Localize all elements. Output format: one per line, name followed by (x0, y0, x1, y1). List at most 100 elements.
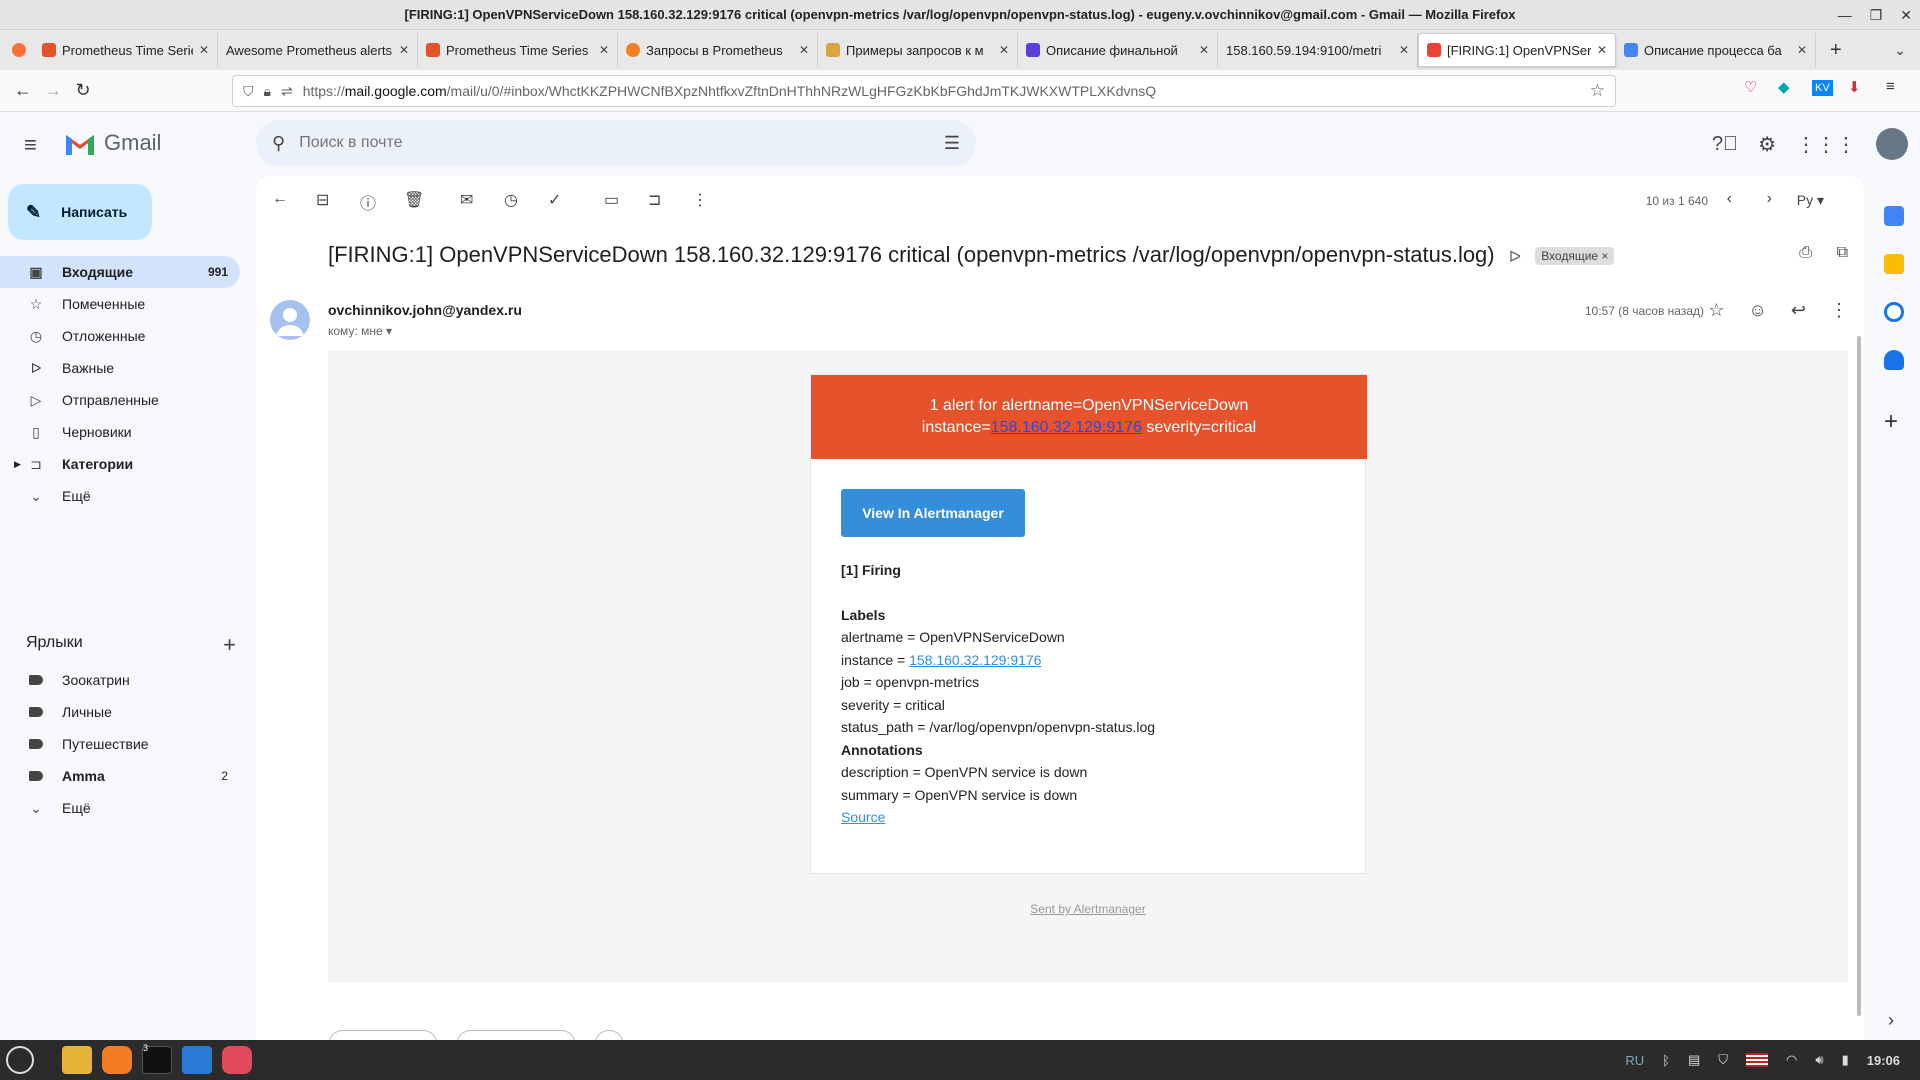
close-tab-icon[interactable]: ✕ (199, 43, 209, 57)
help-icon[interactable]: ?⃝ (1712, 133, 1738, 156)
main-menu-icon[interactable]: ≡ (24, 132, 37, 158)
labels-icon[interactable]: ⊐ (648, 190, 661, 210)
sidebar-item-inbox[interactable]: ▣ Входящие 991 (0, 256, 240, 288)
sidebar-item-sent[interactable]: ▷ Отправленные (0, 384, 240, 416)
tab-list-icon[interactable]: ⌄ (1894, 42, 1906, 59)
close-tab-icon[interactable]: ✕ (1199, 43, 1209, 57)
newer-icon[interactable]: ‹ (1727, 190, 1732, 208)
firefox-app-icon[interactable] (102, 1046, 132, 1074)
label-item[interactable]: Личные (0, 696, 240, 728)
more-options-icon[interactable]: ⋮ (692, 190, 708, 210)
tab-prometheus-2[interactable]: Prometheus Time Series ✕ (418, 33, 618, 67)
volume-icon[interactable]: 🔊︎ (1815, 1052, 1823, 1068)
banner-instance-link[interactable]: 158.160.32.129:9176 (991, 419, 1142, 436)
contacts-icon[interactable] (1884, 350, 1904, 370)
tasks-icon[interactable] (1884, 302, 1904, 322)
maximize-icon[interactable]: ❐ (1870, 7, 1883, 24)
sent-by-alertmanager-link[interactable]: Sent by Alertmanager (328, 902, 1848, 916)
forward-icon[interactable]: → (38, 80, 68, 101)
scrollbar[interactable] (1857, 336, 1861, 1016)
shield-tray-icon[interactable]: ⛉ (1718, 1052, 1728, 1068)
older-icon[interactable]: › (1767, 190, 1772, 208)
mark-unread-icon[interactable]: ✉ (460, 190, 473, 210)
sidebar-item-snoozed[interactable]: ◷ Отложенные (0, 320, 240, 352)
start-menu-icon[interactable] (6, 1046, 34, 1074)
tab-prometheus-1[interactable]: Prometheus Time Series ✕ (34, 33, 218, 67)
expand-arrow-icon[interactable]: ▶ (14, 459, 21, 470)
address-bar[interactable]: ⛉ 🔒︎ ⇌ https://mail.google.com/mail/u/0/… (232, 75, 1616, 107)
apps-grid-icon[interactable]: ⋮⋮⋮ (1796, 132, 1856, 157)
add-task-icon[interactable]: ✓ (548, 190, 561, 210)
snooze-icon[interactable]: ◷ (504, 190, 518, 210)
message-more-icon[interactable]: ⋮ (1830, 300, 1848, 321)
tab-final-description[interactable]: Описание финальной ✕ (1018, 33, 1218, 67)
emoji-button[interactable] (594, 1030, 624, 1040)
close-tab-icon[interactable]: ✕ (1597, 43, 1607, 57)
account-avatar[interactable] (1876, 128, 1908, 160)
move-to-icon[interactable]: ▭ (604, 190, 619, 210)
reply-icon[interactable]: ↩ (1791, 300, 1806, 321)
battery-icon[interactable]: ▮ (1842, 1052, 1849, 1068)
close-tab-icon[interactable]: ✕ (599, 43, 609, 57)
terminal-icon[interactable]: 3 (142, 1043, 172, 1074)
close-tab-icon[interactable]: ✕ (799, 43, 809, 57)
view-in-alertmanager-button[interactable]: View In Alertmanager (841, 489, 1025, 537)
gmail-logo[interactable]: Gmail (64, 130, 161, 156)
add-label-icon[interactable]: + (223, 632, 236, 658)
clipboard-icon[interactable]: ▤ (1688, 1052, 1700, 1068)
instance-link[interactable]: 158.160.32.129:9176 (909, 652, 1041, 668)
sidebar-item-drafts[interactable]: ▯ Черновики (0, 416, 240, 448)
report-spam-icon[interactable]: ⓘ (360, 190, 376, 214)
inbox-label-chip[interactable]: Входящие × (1535, 247, 1615, 266)
sender-email[interactable]: ovchinnikov.john@yandex.ru (328, 302, 522, 318)
sidebar-item-starred[interactable]: ☆ Помеченные (0, 288, 240, 320)
label-item[interactable]: Путешествие (0, 728, 240, 760)
new-tab-icon[interactable]: + (1830, 39, 1842, 62)
print-icon[interactable]: ⎙ (1799, 244, 1812, 262)
app-icon[interactable] (222, 1046, 252, 1074)
search-icon[interactable]: ⚲ (272, 133, 285, 154)
wifi-icon[interactable]: ◠ (1786, 1052, 1797, 1068)
kv-extension-icon[interactable]: KV (1812, 80, 1833, 96)
sidebar-item-important[interactable]: ᐅ Важные (0, 352, 240, 384)
tab-metrics[interactable]: 158.160.59.194:9100/metri ✕ (1218, 33, 1418, 67)
emoji-reaction-icon[interactable]: ☺ (1749, 300, 1767, 321)
tab-prometheus-queries[interactable]: Запросы в Prometheus ✕ (618, 33, 818, 67)
sidebar-item-categories[interactable]: ▶ ⊐ Категории (0, 448, 240, 480)
firefox-menu-icon[interactable] (4, 43, 34, 57)
close-tab-icon[interactable]: ✕ (1399, 43, 1409, 57)
important-marker-icon[interactable]: ᐅ (1509, 249, 1521, 266)
settings-gear-icon[interactable]: ⚙ (1758, 132, 1776, 157)
labels-more[interactable]: ⌄ Ещё (0, 792, 240, 824)
keep-icon[interactable] (1884, 254, 1904, 274)
bookmark-star-icon[interactable]: ☆ (1590, 81, 1605, 101)
compose-button[interactable]: ✎ Написать (8, 184, 152, 240)
us-flag-icon[interactable] (1746, 1053, 1769, 1067)
url-text[interactable]: https://mail.google.com/mail/u/0/#inbox/… (303, 83, 1156, 99)
close-tab-icon[interactable]: ✕ (999, 43, 1009, 57)
reply-button[interactable] (328, 1030, 438, 1040)
calendar-icon[interactable] (1884, 206, 1904, 226)
shield-icon[interactable]: ⛉ (243, 83, 254, 100)
forward-button[interactable] (456, 1030, 576, 1040)
menu-icon[interactable]: ≡ (1886, 78, 1895, 95)
search-input[interactable] (299, 134, 900, 152)
label-item[interactable]: Зоокатрин (0, 664, 240, 696)
pocket-icon[interactable]: ♡ (1744, 78, 1757, 96)
tab-query-examples[interactable]: Примеры запросов к м ✕ (818, 33, 1018, 67)
open-new-window-icon[interactable]: ⧉ (1837, 244, 1848, 262)
close-window-icon[interactable]: ✕ (1900, 7, 1912, 24)
back-to-inbox-icon[interactable]: ← (272, 190, 288, 208)
minimize-icon[interactable]: — (1838, 7, 1852, 23)
files-icon[interactable] (62, 1046, 92, 1074)
get-addons-icon[interactable]: + (1884, 408, 1898, 436)
download-extension-icon[interactable]: ⬇ (1848, 78, 1861, 96)
tab-firing-gmail[interactable]: [FIRING:1] OpenVPNSer ✕ (1418, 33, 1616, 67)
hide-panel-icon[interactable]: › (1888, 1010, 1894, 1031)
tab-awesome-alerts[interactable]: Awesome Prometheus alerts ✕ (218, 33, 418, 67)
search-bar[interactable]: ⚲ ☰ (256, 120, 976, 166)
keyboard-layout[interactable]: RU (1625, 1053, 1644, 1068)
back-icon[interactable]: ← (8, 80, 38, 101)
search-options-icon[interactable]: ☰ (944, 133, 960, 154)
sidebar-item-more[interactable]: ⌄ Ещё (0, 480, 240, 512)
